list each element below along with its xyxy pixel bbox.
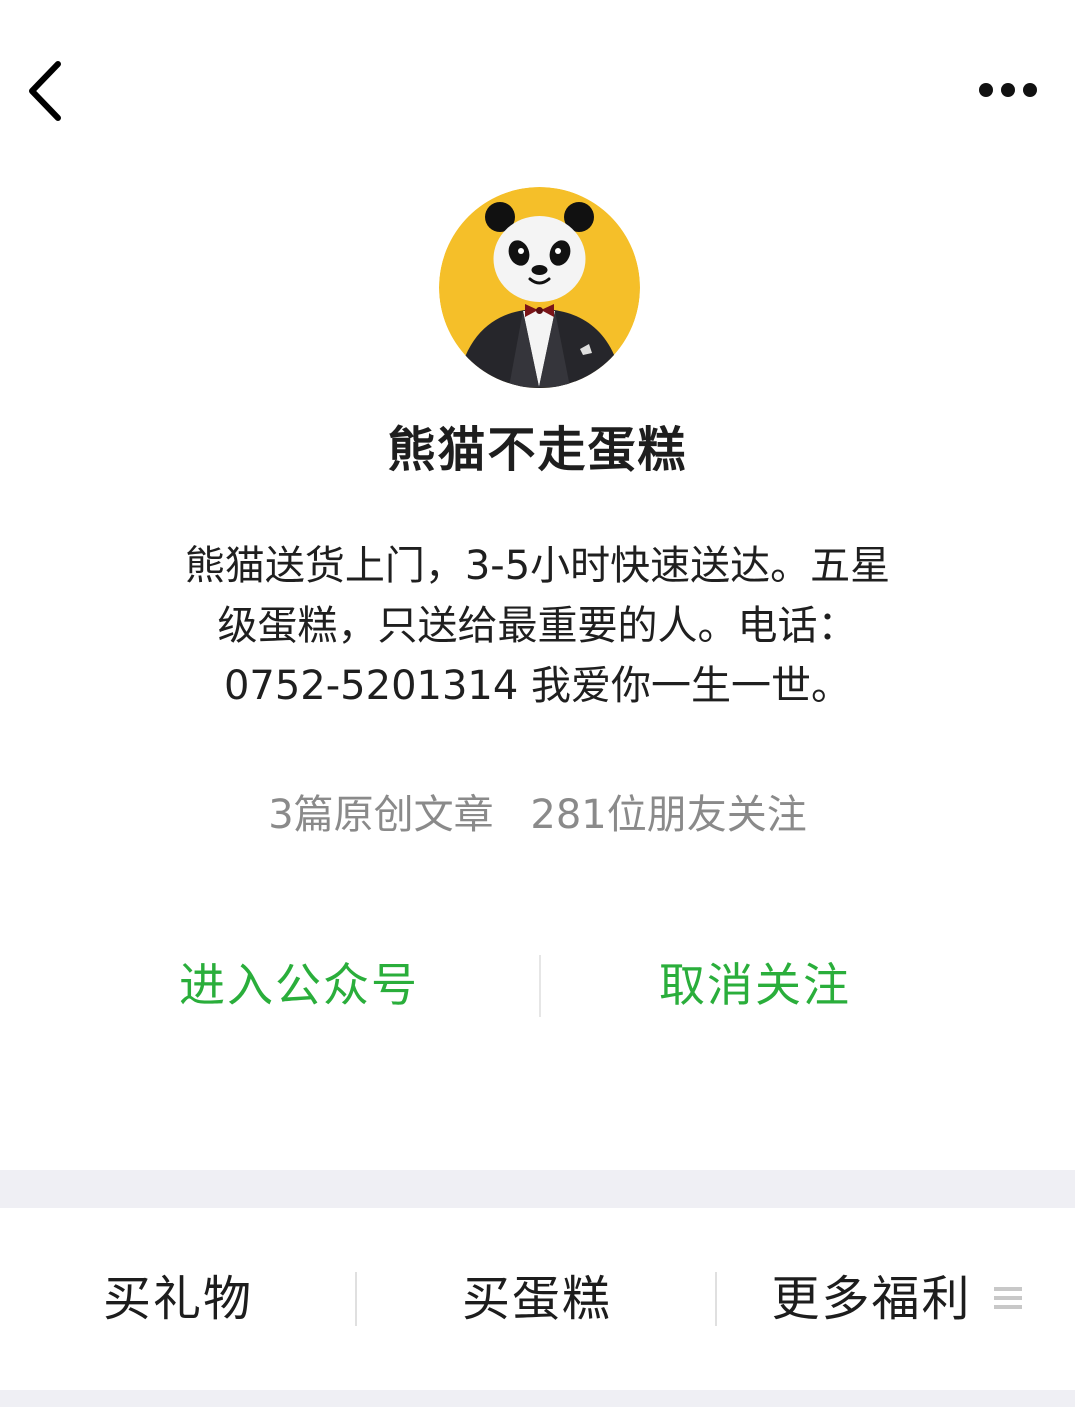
- more-options-button[interactable]: [968, 70, 1048, 110]
- account-stats: 3篇原创文章 281位朋友关注: [0, 782, 1075, 840]
- menu-item-more-benefits[interactable]: 更多福利: [718, 1208, 1075, 1390]
- top-navigation-bar: [0, 0, 1075, 180]
- original-articles-count[interactable]: 3篇原创文章: [268, 792, 493, 838]
- account-description: 熊猫送货上门，3-5小时快速送达。五星 级蛋糕，只送给最重要的人。电话： 075…: [140, 536, 935, 716]
- description-line: 熊猫送货上门，3-5小时快速送达。五星: [184, 543, 891, 589]
- bottom-separator: [0, 1390, 1075, 1407]
- more-dots-icon: [979, 83, 1037, 97]
- description-line: 0752-5201314 我爱你一生一世。: [223, 663, 852, 709]
- menu-item-label: 买蛋糕: [461, 1271, 612, 1327]
- section-separator: [0, 1170, 1075, 1209]
- menu-item-label: 更多福利: [771, 1271, 972, 1327]
- menu-item-label: 买礼物: [102, 1271, 253, 1327]
- avatar[interactable]: [439, 187, 640, 388]
- menu-item-buy-gift[interactable]: 买礼物: [0, 1208, 356, 1390]
- enter-official-account-button[interactable]: 进入公众号: [60, 935, 538, 1035]
- account-name: 熊猫不走蛋糕: [387, 422, 688, 478]
- panda-avatar-icon: [439, 187, 640, 388]
- custom-menu-bar: 买礼物 买蛋糕 更多福利: [0, 1208, 1075, 1390]
- menu-list-icon: [993, 1287, 1022, 1309]
- chevron-left-icon: [29, 61, 61, 121]
- action-buttons: 进入公众号 取消关注: [0, 935, 1075, 1035]
- menu-divider: [355, 1272, 357, 1326]
- description-line: 级蛋糕，只送给最重要的人。电话：: [217, 603, 858, 649]
- followers-count[interactable]: 281位朋友关注: [530, 792, 806, 838]
- back-button[interactable]: [22, 56, 78, 126]
- menu-item-buy-cake[interactable]: 买蛋糕: [358, 1208, 716, 1390]
- menu-divider: [715, 1272, 717, 1326]
- unfollow-button[interactable]: 取消关注: [540, 935, 970, 1035]
